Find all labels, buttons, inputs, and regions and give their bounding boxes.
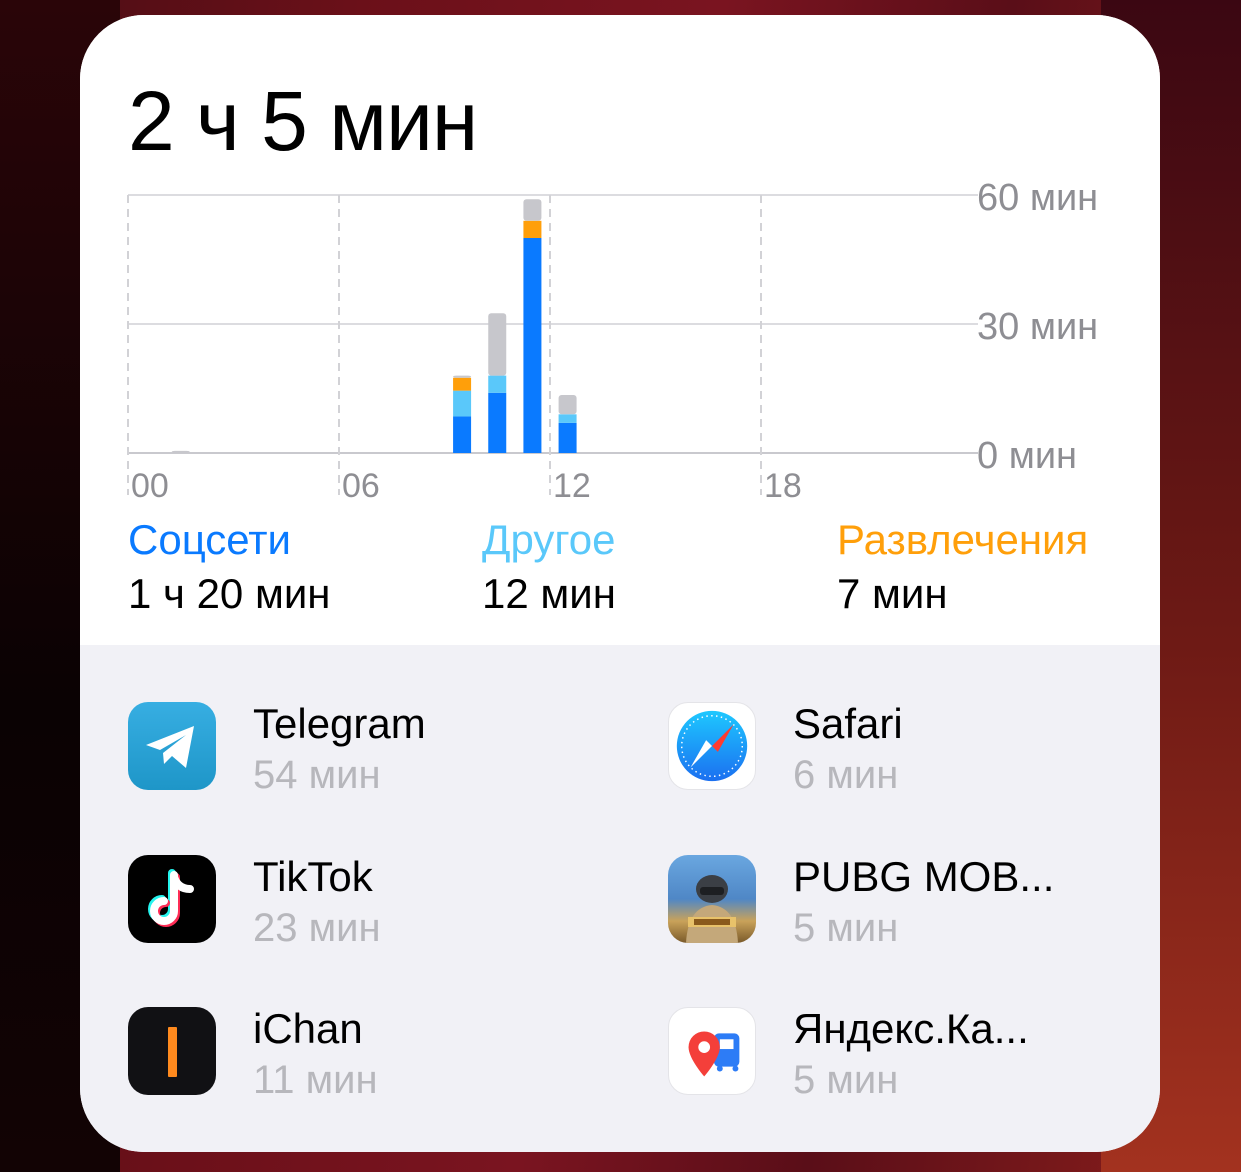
app-time: 23 мин <box>253 906 381 950</box>
app-name: PUBG MOB... <box>793 853 1055 900</box>
chart-bar-segment <box>558 414 577 423</box>
x-tick-label: 00 <box>131 467 169 505</box>
chart-bar-segment <box>488 392 507 453</box>
chart-bar-segment <box>523 220 542 238</box>
app-time: 5 мин <box>793 1058 899 1102</box>
x-tick-label: 06 <box>342 467 380 505</box>
app-item-ichan[interactable]: iChan 11 мин <box>128 1005 608 1102</box>
app-list: Telegram 54 мин Safari 6 мин TikTok 23 м… <box>80 645 1160 1152</box>
legend-other: Другое 12 мин <box>482 515 616 619</box>
legend-social-label: Соцсети <box>128 516 291 563</box>
legend-entertainment-label: Развлечения <box>837 516 1089 563</box>
screen-time-widget[interactable]: 2 ч 5 мин 60 мин 30 мин 0 мин 00 06 12 18 Соцс… <box>80 15 1160 1152</box>
y-tick-label: 60 мин <box>977 177 1098 219</box>
chart-bar-segment <box>453 377 472 391</box>
legend-entertainment-value: 7 мин <box>837 570 948 617</box>
app-time: 11 мин <box>253 1058 378 1102</box>
legend-other-value: 12 мин <box>482 570 616 617</box>
y-tick-label: 30 мин <box>977 306 1098 348</box>
app-item-safari[interactable]: Safari 6 мин <box>668 700 1148 797</box>
app-name: Яндекс.Ка... <box>793 1005 1029 1052</box>
app-name: iChan <box>253 1005 363 1052</box>
chart-bar-segment <box>171 450 190 453</box>
legend-social: Соцсети 1 ч 20 мин <box>128 515 331 619</box>
safari-icon <box>668 702 756 790</box>
app-name: Telegram <box>253 700 426 747</box>
y-tick-label: 0 мин <box>977 435 1077 477</box>
chart-bar-segment <box>558 394 577 415</box>
app-item-tiktok[interactable]: TikTok 23 мин <box>128 853 608 950</box>
app-name: Safari <box>793 700 903 747</box>
yandex-maps-icon <box>668 1007 756 1095</box>
chart-bar-segment <box>453 416 472 453</box>
legend-entertainment: Развлечения 7 мин <box>837 515 1088 619</box>
chart-bar-segment <box>558 422 577 453</box>
x-tick-label: 12 <box>553 467 591 505</box>
pubg-icon <box>668 855 756 943</box>
legend-social-value: 1 ч 20 мин <box>128 570 331 617</box>
legend-other-label: Другое <box>482 516 616 563</box>
chart-bar-segment <box>453 390 472 417</box>
app-name: TikTok <box>253 853 373 900</box>
chart-bar-segment <box>453 375 472 378</box>
app-time: 54 мин <box>253 753 381 797</box>
app-time: 5 мин <box>793 906 899 950</box>
usage-summary: 2 ч 5 мин 60 мин 30 мин 0 мин 00 06 12 18 Соцс… <box>80 15 1160 645</box>
chart-bar-segment <box>488 313 507 376</box>
app-item-telegram[interactable]: Telegram 54 мин <box>128 700 608 797</box>
app-item-pubg[interactable]: PUBG MOB... 5 мин <box>668 853 1148 950</box>
ichan-icon <box>128 1007 216 1095</box>
chart-bar-segment <box>523 199 542 221</box>
app-item-yandex-maps[interactable]: Яндекс.Ка... 5 мин <box>668 1005 1148 1102</box>
telegram-icon <box>128 702 216 790</box>
chart-bar-segment <box>523 238 542 453</box>
x-tick-label: 18 <box>764 467 802 505</box>
tiktok-icon <box>128 855 216 943</box>
app-time: 6 мин <box>793 753 899 797</box>
chart-bar-segment <box>488 375 507 393</box>
